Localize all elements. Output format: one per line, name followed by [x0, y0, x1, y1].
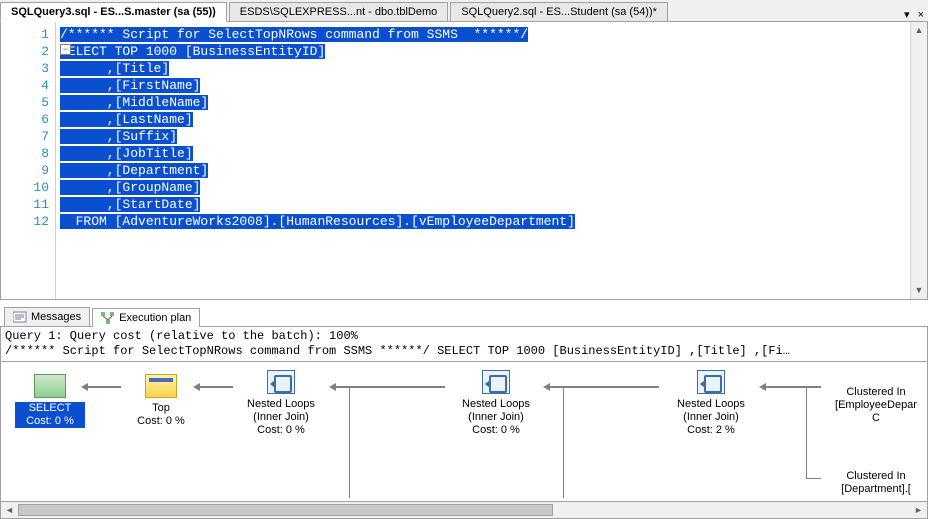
- plan-connector: [563, 388, 564, 498]
- plan-header-cost: Query 1: Query cost (relative to the bat…: [5, 329, 923, 344]
- code-line: ,[StartDate]: [60, 197, 200, 212]
- plan-arrow: [85, 386, 121, 388]
- select-operator-icon: [34, 372, 66, 400]
- top-operator-icon: [145, 372, 177, 400]
- plan-node-title: Nested Loops: [446, 398, 546, 411]
- tab-messages-label: Messages: [31, 311, 81, 323]
- line-number-gutter: 123456789101112: [1, 22, 56, 299]
- plan-arrow-head-icon: [759, 383, 766, 391]
- nested-loops-icon: [265, 368, 297, 396]
- tab-sqlquery3[interactable]: SQLQuery3.sql - ES...S.master (sa (55)): [0, 2, 227, 22]
- nested-loops-icon: [695, 368, 727, 396]
- plan-connector: [806, 388, 807, 478]
- code-area[interactable]: /****** Script for SelectTopNRows comman…: [56, 22, 927, 299]
- tab-execution-plan-label: Execution plan: [119, 312, 191, 324]
- scroll-track[interactable]: [911, 39, 927, 282]
- code-line: ,[FirstName]: [60, 78, 200, 93]
- sql-editor[interactable]: 123456789101112 − /****** Script for Sel…: [0, 22, 928, 300]
- plan-arrow-head-icon: [193, 383, 200, 391]
- plan-node-cost: Cost: 0 %: [446, 424, 546, 437]
- scroll-right-icon[interactable]: ►: [910, 502, 927, 518]
- plan-node-cost: Cost: 0 %: [15, 415, 85, 428]
- tab-tbldemo[interactable]: ESDS\SQLEXPRESS...nt - dbo.tblDemo: [229, 2, 448, 21]
- scroll-left-icon[interactable]: ◄: [1, 502, 18, 518]
- plan-node-cost: Cost: 0 %: [231, 424, 331, 437]
- plan-node-sub: (Inner Join): [231, 411, 331, 424]
- nested-loops-icon: [480, 368, 512, 396]
- code-line: ,[Title]: [60, 61, 169, 76]
- plan-connector: [349, 388, 350, 498]
- plan-node-title: Clustered In: [821, 386, 928, 399]
- tab-execution-plan[interactable]: Execution plan: [92, 308, 200, 327]
- plan-node-title: Clustered In: [821, 470, 928, 483]
- plan-node-nested-loops-3[interactable]: Nested Loops (Inner Join) Cost: 2 %: [661, 368, 761, 437]
- plan-node-title: Nested Loops: [231, 398, 331, 411]
- code-line: ,[Suffix]: [60, 129, 177, 144]
- execution-plan-canvas[interactable]: SELECT Cost: 0 % Top Cost: 0 % Nested Lo…: [0, 362, 928, 502]
- plan-arrow-head-icon: [81, 383, 88, 391]
- code-line: SELECT TOP 1000 [BusinessEntityID]: [60, 44, 325, 59]
- plan-node-nested-loops-2[interactable]: Nested Loops (Inner Join) Cost: 0 %: [446, 368, 546, 437]
- plan-node-nested-loops-1[interactable]: Nested Loops (Inner Join) Cost: 0 %: [231, 368, 331, 437]
- code-line: ,[MiddleName]: [60, 95, 208, 110]
- plan-node-select[interactable]: SELECT Cost: 0 %: [15, 372, 85, 428]
- plan-header: Query 1: Query cost (relative to the bat…: [0, 327, 928, 362]
- tab-dropdown-icon[interactable]: ▾: [900, 8, 914, 21]
- plan-node-sub: (Inner Join): [661, 411, 761, 424]
- plan-node-title: SELECT: [15, 402, 85, 415]
- scroll-track[interactable]: [18, 502, 910, 518]
- plan-node-cost: Cost: 2 %: [661, 424, 761, 437]
- code-line: ,[Department]: [60, 163, 208, 178]
- code-line: ,[JobTitle]: [60, 146, 193, 161]
- scroll-up-icon[interactable]: ▲: [911, 22, 927, 39]
- tab-close-icon[interactable]: ×: [914, 9, 928, 21]
- plan-arrow-head-icon: [543, 383, 550, 391]
- scroll-thumb[interactable]: [18, 504, 553, 516]
- plan-header-query: /****** Script for SelectTopNRows comman…: [5, 344, 923, 359]
- execution-plan-icon: [101, 312, 115, 324]
- plan-arrow-head-icon: [329, 383, 336, 391]
- results-tab-strip: Messages Execution plan: [0, 304, 928, 327]
- document-tab-strip: SQLQuery3.sql - ES...S.master (sa (55)) …: [0, 0, 928, 22]
- plan-node-cost: Cost: 0 %: [126, 415, 196, 428]
- plan-node-sub: (Inner Join): [446, 411, 546, 424]
- plan-arrow: [197, 386, 233, 388]
- editor-vertical-scrollbar[interactable]: ▲ ▼: [910, 22, 927, 299]
- code-fold-toggle[interactable]: −: [60, 44, 71, 55]
- plan-node-title: Top: [126, 402, 196, 415]
- plan-node-title: Nested Loops: [661, 398, 761, 411]
- code-line: FROM [AdventureWorks2008].[HumanResource…: [60, 214, 575, 229]
- plan-node-sub: [Department].[: [821, 483, 928, 496]
- code-line: ,[GroupName]: [60, 180, 200, 195]
- tab-sqlquery2[interactable]: SQLQuery2.sql - ES...Student (sa (54))*: [450, 2, 668, 21]
- plan-node-sub: [EmployeeDepar: [821, 399, 928, 412]
- plan-node-clustered-index-2[interactable]: Clustered In [Department].[: [821, 470, 928, 496]
- plan-arrow: [763, 386, 821, 388]
- plan-node-clustered-index-1[interactable]: Clustered In [EmployeeDepar C: [821, 386, 928, 425]
- tab-messages[interactable]: Messages: [4, 307, 90, 326]
- plan-connector: [806, 478, 821, 479]
- plan-horizontal-scrollbar[interactable]: ◄ ►: [0, 502, 928, 519]
- scroll-down-icon[interactable]: ▼: [911, 282, 927, 299]
- plan-node-sub2: C: [821, 412, 928, 425]
- plan-node-top[interactable]: Top Cost: 0 %: [126, 372, 196, 428]
- messages-icon: [13, 311, 27, 323]
- code-line: /****** Script for SelectTopNRows comman…: [60, 27, 528, 42]
- code-line: ,[LastName]: [60, 112, 193, 127]
